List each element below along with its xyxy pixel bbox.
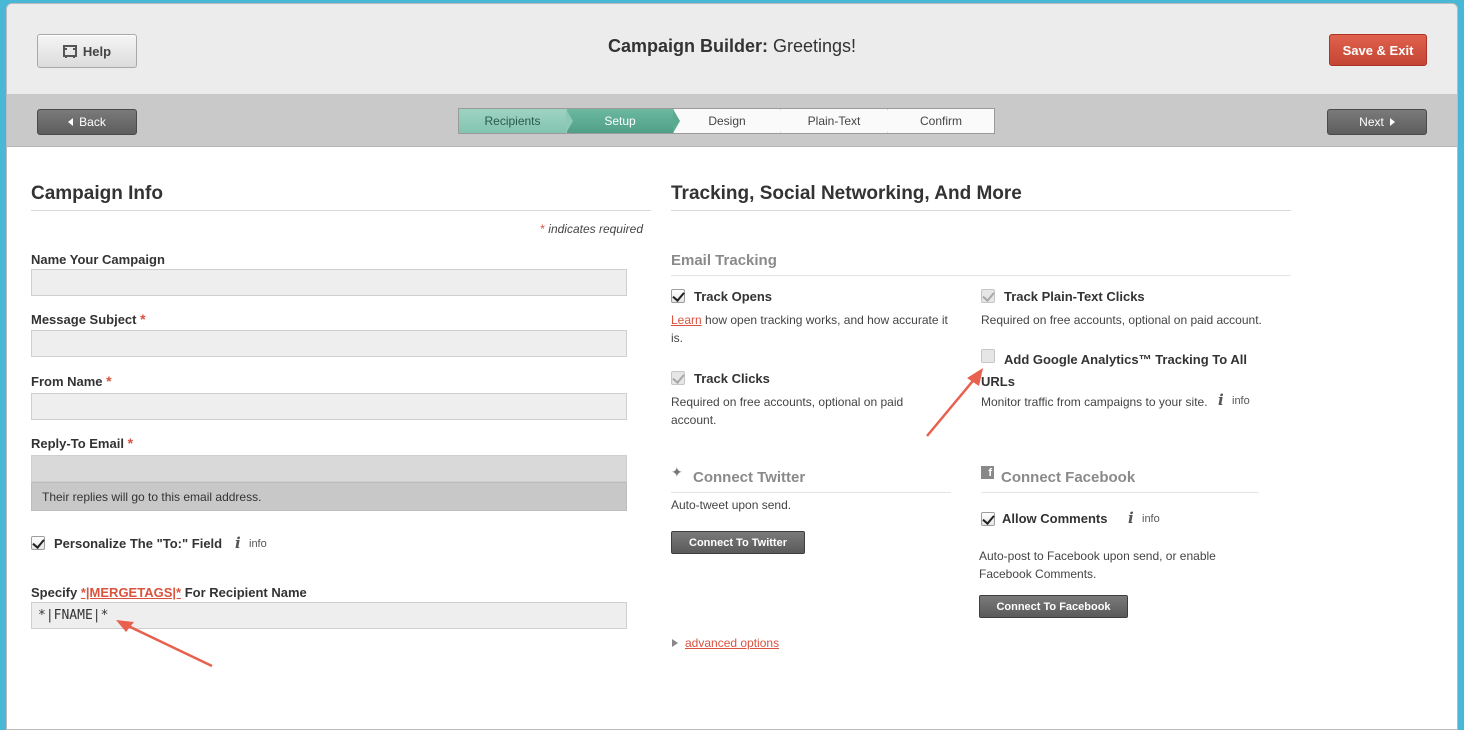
mergetags-prefix: Specify: [31, 585, 81, 600]
connect-facebook-button[interactable]: Connect To Facebook: [979, 595, 1128, 618]
connect-twitter-heading: Connect Twitter: [671, 469, 951, 493]
step-label: Recipients: [484, 114, 541, 128]
annotation-arrow-analytics: [926, 368, 983, 437]
track-opens-desc: Learn how open tracking works, and how a…: [671, 311, 956, 347]
caret-right-icon: [1389, 118, 1395, 126]
track-clicks-checkbox[interactable]: [671, 371, 685, 385]
info-icon[interactable]: i: [1218, 391, 1224, 409]
app-window: Help Campaign Builder: Greetings! Save &…: [6, 3, 1458, 730]
google-analytics-desc: Monitor traffic from campaigns to your s…: [981, 395, 1208, 409]
mergetags-label: Specify *|MERGETAGS|* For Recipient Name: [31, 585, 307, 600]
step-label: Confirm: [919, 114, 962, 128]
reply-to-label-text: Reply-To Email: [31, 436, 124, 451]
required-star: *: [127, 435, 134, 451]
mergetags-link[interactable]: *|MERGETAGS|*: [81, 585, 181, 600]
page-title: Campaign Builder: Greetings!: [7, 36, 1457, 57]
email-tracking-heading: Email Tracking: [671, 252, 1291, 276]
step-design[interactable]: Design: [673, 109, 787, 133]
learn-link[interactable]: Learn: [671, 313, 702, 327]
from-name-input[interactable]: [31, 393, 627, 420]
title-campaign-name: Greetings!: [767, 36, 857, 56]
subject-label-text: Message Subject: [31, 312, 137, 327]
advanced-options-link[interactable]: advanced options: [685, 634, 779, 652]
mergetags-suffix: For Recipient Name: [181, 585, 307, 600]
caret-left-icon: [68, 118, 74, 126]
info-icon[interactable]: i: [1128, 509, 1134, 527]
campaign-info-heading: Campaign Info: [31, 183, 651, 211]
connect-facebook-heading: Connect Facebook: [981, 469, 1259, 493]
track-opens-label: Track Opens: [694, 289, 773, 304]
info-link[interactable]: info: [1232, 395, 1250, 407]
reply-to-input[interactable]: [31, 455, 627, 482]
track-plain-text-desc: Required on free accounts, optional on p…: [981, 313, 1262, 327]
required-star: *: [140, 311, 146, 327]
info-link[interactable]: info: [1142, 513, 1160, 525]
wizard-steps: Recipients Setup Design Plain-Text Confi…: [458, 108, 995, 134]
personalize-checkbox[interactable]: [31, 536, 45, 550]
step-confirm[interactable]: Confirm: [887, 109, 994, 133]
subject-input[interactable]: [31, 330, 627, 357]
campaign-name-input[interactable]: [31, 269, 627, 296]
twitter-desc: Auto-tweet upon send.: [671, 498, 792, 512]
from-name-label: From Name *: [31, 373, 112, 389]
tracking-heading: Tracking, Social Networking, And More: [671, 183, 1291, 211]
allow-comments-label: Allow Comments: [1002, 511, 1108, 526]
info-link[interactable]: info: [249, 538, 267, 550]
next-button[interactable]: Next: [1327, 109, 1427, 135]
wizard-nav-bar: Back Recipients Setup Design Plain-Text …: [7, 95, 1457, 147]
top-bar: Help Campaign Builder: Greetings! Save &…: [7, 4, 1457, 95]
step-label: Plain-Text: [807, 114, 861, 128]
facebook-desc: Auto-post to Facebook upon send, or enab…: [979, 549, 1216, 581]
step-setup[interactable]: Setup: [566, 109, 680, 133]
reply-to-hint: Their replies will go to this email addr…: [31, 482, 627, 511]
step-label: Setup: [604, 114, 636, 128]
track-clicks-label: Track Clicks: [694, 371, 770, 386]
save-exit-button[interactable]: Save & Exit: [1329, 34, 1427, 66]
track-plain-text-checkbox[interactable]: [981, 289, 995, 303]
campaign-name-label: Name Your Campaign: [31, 252, 165, 267]
required-note-text: indicates required: [544, 222, 643, 236]
connect-twitter-button[interactable]: Connect To Twitter: [671, 531, 805, 554]
title-bold: Campaign Builder:: [607, 36, 768, 56]
step-plain-text[interactable]: Plain-Text: [780, 109, 894, 133]
track-opens-desc-text: how open tracking works, and how accurat…: [671, 313, 948, 345]
subject-label: Message Subject *: [31, 311, 146, 327]
track-plain-text-label: Track Plain-Text Clicks: [1004, 289, 1145, 304]
required-star: *: [106, 373, 112, 389]
step-label: Design: [708, 114, 746, 128]
reply-to-label: Reply-To Email *: [31, 435, 133, 451]
back-label: Back: [79, 115, 106, 129]
info-icon[interactable]: i: [235, 534, 241, 552]
google-analytics-label: Add Google Analytics™ Tracking To All UR…: [981, 352, 1247, 389]
personalize-label: Personalize The "To:" Field: [54, 536, 223, 551]
track-opens-checkbox[interactable]: [671, 289, 685, 303]
required-note: * indicates required: [31, 222, 643, 236]
annotation-arrow-mergetags: [116, 620, 213, 668]
back-button[interactable]: Back: [37, 109, 137, 135]
expand-triangle-icon[interactable]: [672, 639, 678, 647]
from-name-label-text: From Name: [31, 374, 103, 389]
track-clicks-desc: Required on free accounts, optional on p…: [671, 395, 904, 427]
allow-comments-checkbox[interactable]: [981, 512, 995, 526]
next-label: Next: [1359, 115, 1384, 129]
step-recipients[interactable]: Recipients: [459, 109, 573, 133]
